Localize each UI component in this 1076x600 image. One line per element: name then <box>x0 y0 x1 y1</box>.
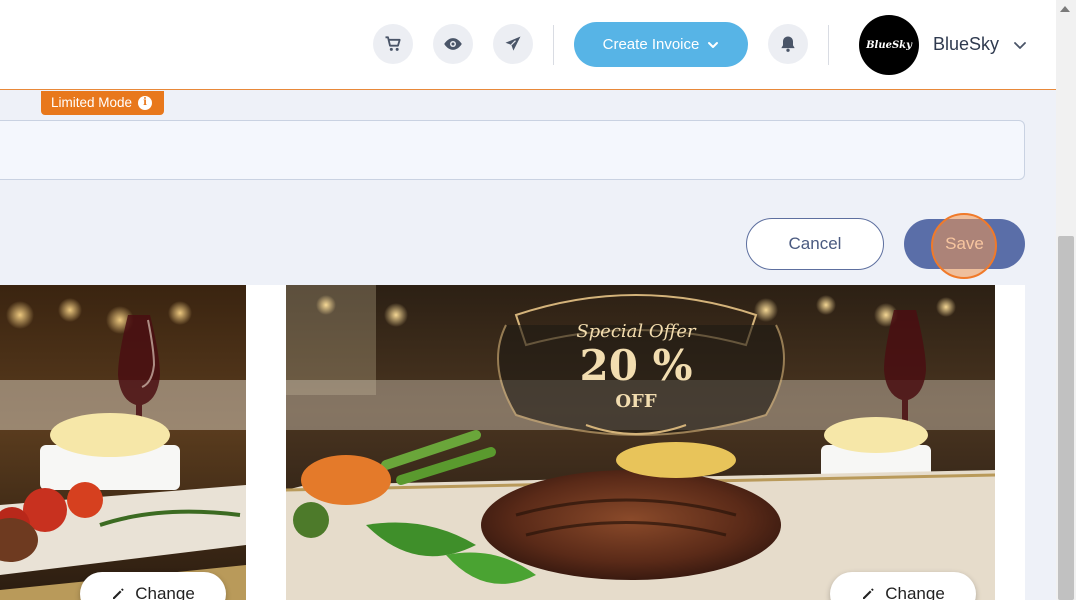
limited-mode-label: Limited Mode <box>51 95 133 110</box>
change-label: Change <box>135 584 195 600</box>
avatar[interactable]: BlueSky <box>859 15 919 75</box>
scroll-up-arrow-icon[interactable] <box>1060 6 1070 12</box>
create-invoice-label: Create Invoice <box>602 36 700 53</box>
scrollbar-thumb[interactable] <box>1058 236 1074 600</box>
top-bar: Create Invoice BlueSky BlueSky <box>0 0 1056 90</box>
info-icon[interactable]: i <box>138 96 153 110</box>
send-icon[interactable] <box>493 24 533 64</box>
username[interactable]: BlueSky <box>933 34 999 55</box>
offer-off: OFF <box>615 391 656 412</box>
pencil-icon <box>863 588 874 599</box>
offer-title: Special Offer <box>576 321 697 342</box>
steak-dinner-image <box>0 285 246 600</box>
offer-percent: 20 % <box>580 341 693 390</box>
pencil-icon <box>113 588 124 599</box>
header-divider <box>553 25 554 65</box>
chevron-down-icon[interactable] <box>1013 38 1027 52</box>
avatar-logo-text: BlueSky <box>866 39 912 51</box>
cart-icon[interactable] <box>373 24 413 64</box>
eye-icon[interactable] <box>433 24 473 64</box>
change-image-button[interactable]: Change <box>80 572 226 600</box>
text-field[interactable] <box>0 120 1025 180</box>
page-scrollbar[interactable] <box>1056 0 1076 600</box>
change-image-button[interactable]: Change <box>830 572 976 600</box>
header-divider <box>828 25 829 65</box>
create-invoice-button[interactable]: Create Invoice <box>574 22 748 67</box>
change-label: Change <box>885 584 945 600</box>
bell-icon[interactable] <box>768 24 808 64</box>
limited-mode-badge[interactable]: Limited Mode i <box>41 91 165 115</box>
special-offer-image: Special Offer 20 % OFF <box>286 285 995 600</box>
chevron-down-icon <box>708 41 719 48</box>
save-button[interactable]: Save <box>904 219 1025 269</box>
cancel-button[interactable]: Cancel <box>746 218 884 270</box>
